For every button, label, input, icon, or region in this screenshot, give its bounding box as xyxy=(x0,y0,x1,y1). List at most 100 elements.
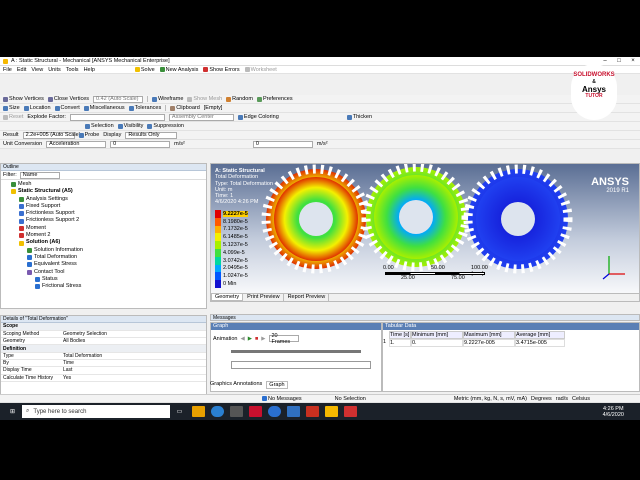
outline-item[interactable]: Frictionless Support 2 xyxy=(1,217,206,224)
tools-toolbar: Size Location Convert Miscellaneous Tole… xyxy=(0,104,640,113)
clipboard-button[interactable]: Clipboard xyxy=(170,105,200,111)
mail-icon[interactable] xyxy=(344,406,357,417)
worksheet-button[interactable]: Worksheet xyxy=(244,67,277,73)
windows-taskbar: ⊞ ⌕ Type here to search ▭ 4:26 PM 4/6/20… xyxy=(0,403,640,420)
outline-item[interactable]: Status xyxy=(1,276,206,283)
maximize-button[interactable]: □ xyxy=(612,57,626,66)
menu-edit[interactable]: Edit xyxy=(17,67,26,73)
taskbar-clock[interactable]: 4:26 PM 4/6/2020 xyxy=(603,406,624,418)
outline-item[interactable]: Moment 2 xyxy=(1,232,206,239)
reset-button[interactable]: Reset xyxy=(3,114,23,120)
close-vertices-button[interactable]: Close Vertices xyxy=(47,96,89,102)
assembly-center-select[interactable]: Assembly Center xyxy=(168,113,234,121)
menu-tools[interactable]: Tools xyxy=(66,67,79,73)
animation-timeline[interactable] xyxy=(231,350,361,353)
graphics-viewport[interactable]: A: Static Structural Total Deformation T… xyxy=(210,163,640,302)
outline-item-label: Moment xyxy=(26,224,46,231)
visibility-button[interactable]: Visibility xyxy=(117,123,143,129)
new-analysis-button[interactable]: New Analysis xyxy=(159,67,198,73)
filter-select[interactable]: Name xyxy=(19,171,60,179)
legend-swatch xyxy=(215,210,221,218)
details-row[interactable]: Display Time Last xyxy=(1,366,206,375)
settings-app-icon[interactable] xyxy=(287,406,300,417)
office-icon[interactable] xyxy=(306,406,319,417)
ansys-taskbar-icon[interactable] xyxy=(325,406,338,417)
tab-graphics-annotations[interactable]: Graphics Annotations xyxy=(210,381,262,389)
play-icon[interactable]: ▶ xyxy=(248,336,252,342)
windows-start-icon[interactable]: ⊞ xyxy=(6,406,19,417)
frames-select[interactable]: 20 Frames xyxy=(268,333,299,345)
probe-button[interactable]: Probe xyxy=(78,132,99,138)
outline-item[interactable]: Total Deformation xyxy=(1,254,206,261)
outline-item[interactable]: Moment xyxy=(1,225,206,232)
outline-item[interactable]: Mesh xyxy=(1,181,206,188)
menu-view[interactable]: View xyxy=(31,67,43,73)
outline-item[interactable]: Solution (A6) xyxy=(1,239,206,246)
display-select[interactable]: Results Only xyxy=(125,131,178,139)
menu-file[interactable]: File xyxy=(3,67,12,73)
value-input-1[interactable]: 0 xyxy=(110,140,171,148)
previous-frame-icon[interactable]: ◀ xyxy=(240,336,244,342)
tab-print-preview[interactable]: Print Preview xyxy=(244,294,284,301)
file-explorer-icon[interactable] xyxy=(192,406,205,417)
miscellaneous-button[interactable]: Miscellaneous xyxy=(83,105,125,111)
solve-button[interactable]: Solve xyxy=(134,67,155,73)
task-view-icon[interactable]: ▭ xyxy=(173,406,186,417)
scale-field[interactable]: 0.42 (Auto Scale) xyxy=(93,95,144,103)
explode-slider[interactable] xyxy=(69,113,165,121)
outline-item[interactable]: Solution Information xyxy=(1,247,206,254)
value-input-2[interactable]: 0 xyxy=(252,140,313,148)
rads-status[interactable]: rad/s xyxy=(556,396,568,402)
details-row[interactable]: By Time xyxy=(1,359,206,368)
random-button[interactable]: Random xyxy=(226,96,253,102)
celsius-status[interactable]: Celsius xyxy=(572,396,590,402)
location-button[interactable]: Location xyxy=(23,105,51,111)
show-mesh-button[interactable]: Show Mesh xyxy=(187,96,222,102)
details-row[interactable]: Type Total Deformation xyxy=(1,352,206,361)
taskbar-search[interactable]: ⌕ Type here to search xyxy=(22,405,170,418)
details-row[interactable]: Definition xyxy=(1,344,206,353)
solidworks-icon[interactable] xyxy=(249,406,262,417)
tolerances-button[interactable]: Tolerances xyxy=(128,105,161,111)
menu-help[interactable]: Help xyxy=(84,67,95,73)
messages-status[interactable]: No Messages xyxy=(262,396,302,402)
outline-item[interactable]: Static Structural (A5) xyxy=(1,188,206,195)
edge-coloring-button[interactable]: Edge Coloring xyxy=(237,114,279,120)
tab-graph[interactable]: Graph xyxy=(266,381,288,389)
details-row[interactable]: Geometry All Bodies xyxy=(1,337,206,346)
size-button[interactable]: Size xyxy=(3,105,20,111)
unit-conversion-toolbar: Unit Conversion Acceleration 0 m/s² 0 m/… xyxy=(0,140,640,149)
outline-item[interactable]: Fixed Support xyxy=(1,203,206,210)
menu-units[interactable]: Units xyxy=(48,67,61,73)
wireframe-button[interactable]: Wireframe xyxy=(152,96,183,102)
outline-item[interactable]: Analysis Settings xyxy=(1,196,206,203)
degrees-status[interactable]: Degrees xyxy=(531,396,552,402)
outline-item[interactable]: Frictionless Support xyxy=(1,210,206,217)
chrome-icon[interactable] xyxy=(211,406,224,417)
close-button[interactable]: × xyxy=(626,57,640,66)
details-row[interactable]: Scoping Method Geometry Selection xyxy=(1,330,206,339)
units-status[interactable]: Metric (mm, kg, N, s, mV, mA) xyxy=(454,396,527,402)
tab-report-preview[interactable]: Report Preview xyxy=(285,294,330,301)
thicken-button[interactable]: Thicken xyxy=(346,114,372,120)
details-row[interactable]: Calculate Time History Yes xyxy=(1,374,206,382)
stop-icon[interactable]: ■ xyxy=(255,336,258,342)
convert-button[interactable]: Convert xyxy=(54,105,80,111)
outline-item[interactable]: Frictional Stress xyxy=(1,283,206,290)
gear-right xyxy=(463,164,573,274)
edge-browser-icon[interactable] xyxy=(268,406,281,417)
selection-button[interactable]: Selection xyxy=(85,123,114,129)
tab-geometry[interactable]: Geometry xyxy=(211,294,244,301)
outline-item[interactable]: Equivalent Stress xyxy=(1,261,206,268)
legend-value: 7.1732e-5 xyxy=(223,226,248,233)
store-icon[interactable] xyxy=(230,406,243,417)
preferences-button[interactable]: Preferences xyxy=(256,96,293,102)
show-vertices-button[interactable]: Show Vertices xyxy=(3,96,44,102)
quantity-select[interactable]: Acceleration xyxy=(46,140,107,148)
suppression-button[interactable]: Suppression xyxy=(147,123,184,129)
next-frame-icon[interactable]: ▶ xyxy=(261,336,265,342)
show-errors-button[interactable]: Show Errors xyxy=(203,67,240,73)
outline-item[interactable]: Contact Tool xyxy=(1,269,206,276)
result-scale-select[interactable]: 2.2e+005 (Auto Scale) xyxy=(22,131,80,139)
details-row[interactable]: Scope xyxy=(1,323,206,331)
